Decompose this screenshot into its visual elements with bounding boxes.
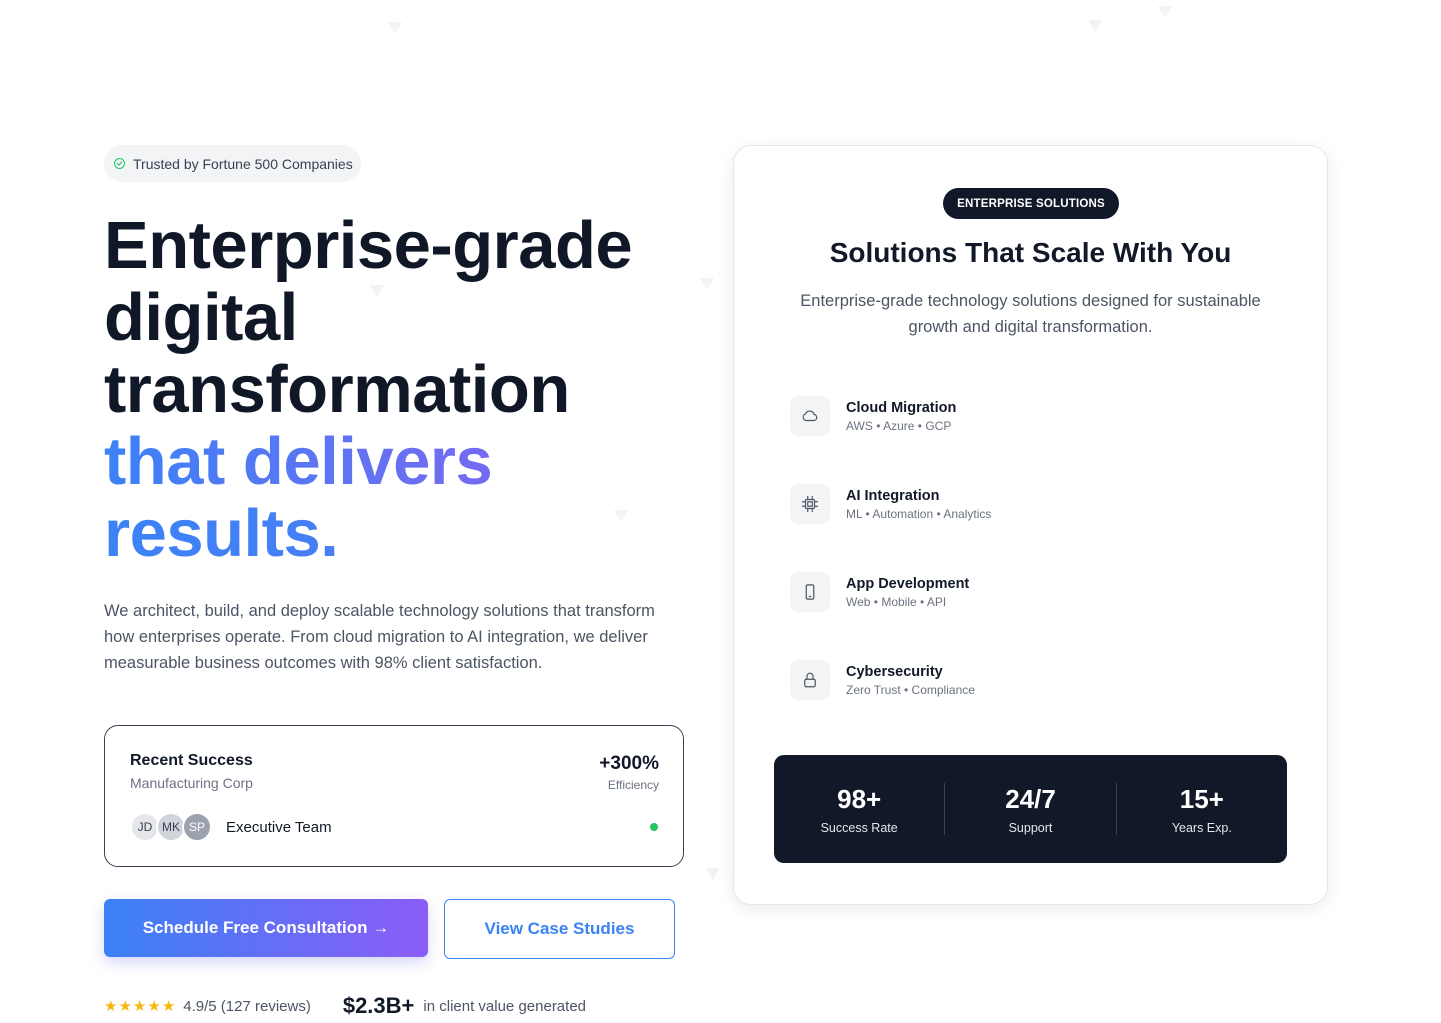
hero-title-highlight: results. — [104, 498, 704, 570]
star-icon: ★ — [161, 997, 176, 1015]
client-value: $2.3B+ — [342, 993, 415, 1018]
stat-value: 15+ — [1179, 783, 1224, 814]
solutions-card: ENTERPRISE SOLUTIONS Solutions That Scal… — [733, 145, 1328, 905]
star-icon: ★ — [147, 997, 161, 1015]
avatar: SP — [182, 812, 212, 842]
stat-label: Support — [1008, 820, 1053, 835]
hero-description: We architect, build, and deploy scalable… — [104, 602, 655, 672]
solutions-description: Enterprise-grade technology solutions de… — [800, 292, 1261, 336]
decorative-triangle — [706, 868, 720, 880]
service-item-cybersecurity[interactable]: Cybersecurity Zero Trust • Compliance — [790, 659, 1210, 701]
stat-label: Years Exp. — [1171, 820, 1232, 835]
service-name: Cloud Migration — [846, 399, 957, 416]
stat-success-rate: 98+ Success Rate — [774, 784, 944, 835]
rating-text: 4.9/5 (127 reviews) — [183, 997, 311, 1015]
hero-title: Enterprise-grade digital transformation … — [104, 210, 704, 570]
decorative-triangle — [388, 22, 402, 34]
service-name: Cybersecurity — [846, 663, 943, 680]
hero-title-line: digital — [104, 280, 298, 355]
service-tags: Zero Trust • Compliance — [846, 682, 975, 697]
decorative-triangle — [1088, 20, 1102, 32]
service-tags: ML • Automation • Analytics — [846, 506, 992, 521]
smartphone-icon — [790, 572, 830, 612]
success-metric: +300% Efficiency — [599, 753, 659, 792]
stat-support: 24/7 Support — [945, 784, 1115, 835]
hero-title-line: Enterprise-grade — [104, 208, 633, 283]
rating-stars: ★ ★ ★ ★ ★ — [104, 999, 175, 1014]
stat-value: 24/7 — [1005, 783, 1056, 814]
success-card-subtitle: Manufacturing Corp — [130, 775, 253, 791]
service-name: AI Integration — [846, 487, 940, 504]
star-icon: ★ — [104, 997, 118, 1015]
stats-panel: 98+ Success Rate 24/7 Support 15+ Years … — [774, 755, 1287, 863]
trust-badge-label: Trusted by Fortune 500 Companies — [133, 155, 353, 172]
hero-title-highlight: that delivers — [104, 426, 704, 498]
hero-section: Trusted by Fortune 500 Companies Enterpr… — [104, 145, 704, 1018]
check-circle-icon — [114, 158, 125, 169]
star-icon: ★ — [132, 997, 147, 1015]
star-icon: ★ — [118, 997, 132, 1015]
cloud-icon — [790, 396, 830, 436]
service-name: App Development — [846, 575, 970, 592]
status-dot — [650, 823, 658, 831]
cpu-icon — [790, 484, 830, 524]
client-value-label: in client value generated — [423, 997, 587, 1015]
solutions-title: Solutions That Scale With You — [829, 237, 1232, 268]
stat-label: Success Rate — [820, 820, 898, 835]
lock-icon — [790, 660, 830, 700]
hero-title-line: transformation — [104, 352, 570, 427]
trust-badge: Trusted by Fortune 500 Companies — [104, 145, 361, 182]
service-tags: Web • Mobile • API — [846, 594, 947, 609]
success-metric-label: Efficiency — [607, 778, 659, 792]
avatar-group: JD MK SP Executive Team — [130, 812, 332, 842]
service-item-cloud-migration[interactable]: Cloud Migration AWS • Azure • GCP — [790, 395, 1210, 437]
service-tags: AWS • Azure • GCP — [846, 418, 952, 433]
enterprise-solutions-badge: ENTERPRISE SOLUTIONS — [943, 188, 1119, 219]
decorative-triangle — [1158, 6, 1172, 18]
view-case-studies-button[interactable]: View Case Studies — [444, 899, 675, 959]
recent-success-card: Recent Success Manufacturing Corp +300% … — [104, 725, 684, 867]
service-item-ai-integration[interactable]: AI Integration ML • Automation • Analyti… — [790, 483, 1210, 525]
stat-years-experience: 15+ Years Exp. — [1117, 784, 1287, 835]
schedule-consultation-button[interactable]: Schedule Free Consultation → — [104, 899, 428, 957]
team-label: Executive Team — [226, 818, 332, 836]
social-proof-row: ★ ★ ★ ★ ★ 4.9/5 (127 reviews) $2.3B+ in … — [104, 993, 586, 1019]
success-card-title: Recent Success — [130, 752, 253, 769]
success-metric-value: +300% — [599, 753, 659, 774]
service-item-app-development[interactable]: App Development Web • Mobile • API — [790, 571, 1210, 613]
stat-value: 98+ — [837, 783, 882, 814]
